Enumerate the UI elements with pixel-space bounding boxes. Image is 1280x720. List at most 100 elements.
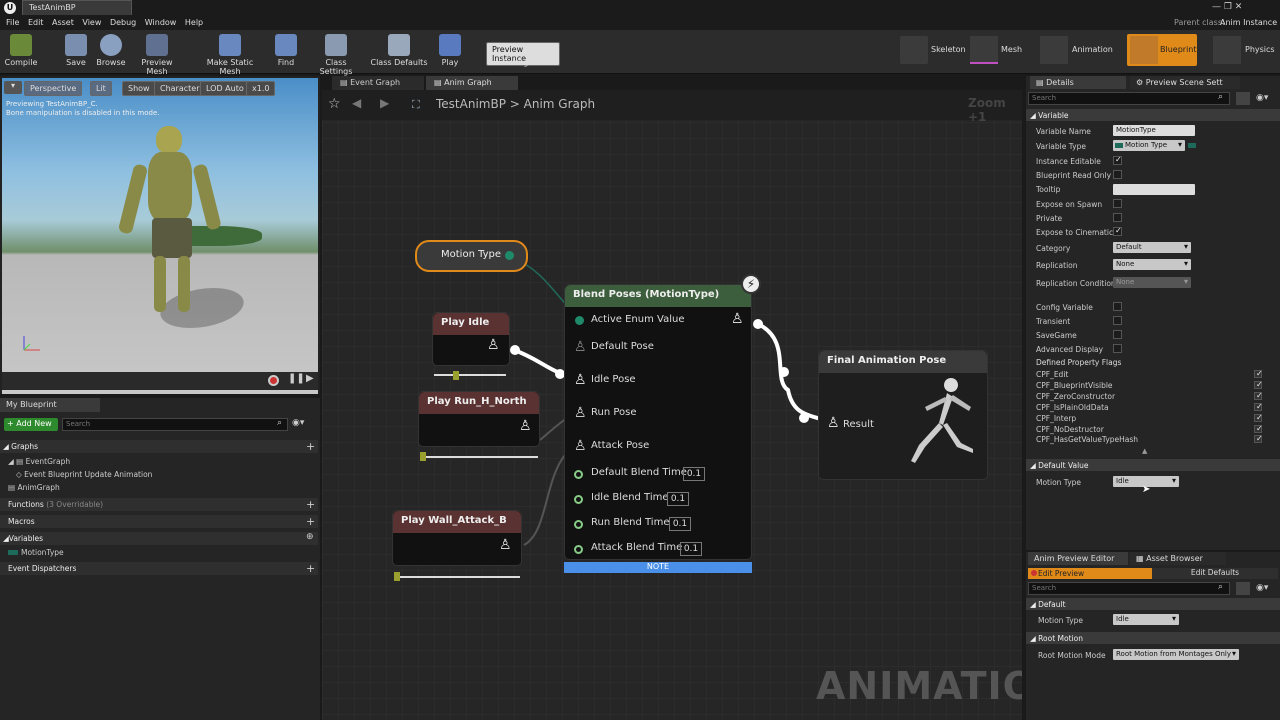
pause-icon[interactable]: ❚❚ — [288, 373, 305, 384]
expose-cine-checkbox[interactable] — [1113, 226, 1122, 236]
replication-dropdown[interactable]: None — [1113, 259, 1191, 270]
eye-icon[interactable]: ◉▾ — [1256, 93, 1268, 103]
bp-read-only-checkbox[interactable] — [1113, 170, 1122, 179]
preview-scene-tab[interactable]: ⚙ Preview Scene Sett — [1130, 76, 1240, 89]
play-forward-icon[interactable]: ▶ — [306, 373, 314, 384]
document-tab[interactable]: TestAnimBP — [22, 0, 132, 15]
rep-cond-dropdown[interactable]: None — [1113, 277, 1191, 288]
menu-help[interactable]: Help — [185, 16, 203, 30]
eye-icon[interactable]: ◉▾ — [1256, 583, 1268, 593]
variable-name-field[interactable]: MotionType — [1113, 125, 1195, 136]
menu-debug[interactable]: Debug — [110, 16, 136, 30]
blend-poses-node[interactable]: Blend Poses (MotionType) Active Enum Val… — [564, 284, 752, 560]
tooltip-field[interactable] — [1113, 184, 1195, 195]
blueprint-search-input[interactable]: Search — [62, 418, 288, 431]
final-animation-pose-node[interactable]: Final Animation Pose ♙ Result — [818, 350, 988, 480]
default-blend-time-input[interactable]: 0.1 — [683, 467, 705, 481]
add-variable-icon[interactable]: ⊕ — [306, 532, 314, 542]
lit-button[interactable]: Lit — [90, 81, 112, 96]
add-function-icon[interactable]: + — [306, 498, 315, 511]
pose-pin-icon[interactable]: ♙ — [499, 537, 512, 553]
my-blueprint-tab[interactable]: My Blueprint — [0, 398, 100, 412]
graph-canvas[interactable]: ☆ ◀ ▶ ⛶ TestAnimBP > Anim Graph Zoom +1 … — [322, 90, 1022, 720]
view-options-icon[interactable] — [1236, 92, 1250, 105]
details-tab[interactable]: ▤ Details — [1030, 76, 1126, 89]
add-new-button[interactable]: + Add New — [4, 418, 58, 431]
pose-pin-icon[interactable]: ♙ — [574, 405, 587, 421]
enum-pin-icon[interactable] — [505, 251, 514, 260]
mode-mesh[interactable]: Mesh — [1001, 45, 1022, 54]
idle-blend-time-input[interactable]: 0.1 — [667, 492, 689, 506]
perspective-button[interactable]: Perspective — [24, 81, 83, 96]
character-button[interactable]: Character — [154, 81, 206, 96]
instance-editable-checkbox[interactable] — [1113, 155, 1122, 165]
attack-weight-handle[interactable] — [394, 572, 400, 581]
class-settings-button[interactable]: Class Settings — [308, 32, 364, 76]
edit-preview-button[interactable]: Edit Preview — [1028, 568, 1152, 579]
browse-button[interactable]: Browse — [94, 32, 128, 67]
preview-search-input[interactable]: Search — [1028, 582, 1230, 595]
variables-header[interactable] — [0, 532, 318, 545]
menu-window[interactable]: Window — [145, 16, 177, 30]
preview-motion-type-dropdown[interactable]: Idle — [1113, 614, 1179, 625]
pose-pin-icon[interactable]: ♙ — [574, 438, 587, 454]
menu-view[interactable]: View — [82, 16, 101, 30]
add-macro-icon[interactable]: + — [306, 515, 315, 528]
mode-skeleton[interactable]: Skeleton — [931, 45, 966, 54]
pose-pin-icon[interactable]: ♙ — [519, 418, 532, 434]
add-dispatcher-icon[interactable]: + — [306, 562, 315, 575]
speed-button[interactable]: x1.0 — [246, 81, 276, 96]
window-controls[interactable]: — ❐ ✕ — [1212, 2, 1242, 12]
asset-browser-tab[interactable]: ▦ Asset Browser — [1130, 552, 1226, 565]
play-button[interactable]: Play — [434, 32, 466, 67]
find-button[interactable]: Find — [272, 32, 300, 67]
container-type-icon[interactable] — [1188, 143, 1196, 148]
float-pin-icon[interactable] — [574, 520, 583, 529]
private-checkbox[interactable] — [1113, 213, 1122, 222]
save-button[interactable]: Save — [62, 32, 90, 67]
eye-icon[interactable]: ◉▾ — [292, 418, 304, 428]
make-static-mesh-button[interactable]: Make Static Mesh — [196, 32, 264, 76]
graph-item-update-animation[interactable]: ◇ Event Blueprint Update Animation — [16, 470, 152, 479]
parent-class-value[interactable]: Anim Instance — [1220, 16, 1277, 30]
root-motion-mode-dropdown[interactable]: Root Motion from Montages Only — [1113, 649, 1239, 660]
mode-physics[interactable]: Physics — [1245, 45, 1275, 54]
pose-pin-icon[interactable]: ♙ — [827, 415, 840, 431]
float-pin-icon[interactable] — [574, 470, 583, 479]
class-defaults-button[interactable]: Class Defaults — [370, 32, 428, 67]
idle-weight-handle[interactable] — [453, 371, 459, 380]
preview-mesh-button[interactable]: Preview Mesh — [130, 32, 184, 76]
mode-animation[interactable]: Animation — [1072, 45, 1113, 54]
menu-edit[interactable]: Edit — [28, 16, 44, 30]
output-pose-pin-icon[interactable]: ♙ — [731, 311, 744, 327]
motion-type-getter-node[interactable]: Motion Type — [415, 240, 528, 272]
graph-item-animgraph[interactable]: ▤ AnimGraph — [8, 483, 60, 492]
variable-item-motiontype[interactable]: MotionType — [8, 548, 64, 557]
play-run-node[interactable]: Play Run_H_North ♙ — [418, 391, 540, 447]
record-icon[interactable] — [268, 375, 279, 386]
pose-pin-icon[interactable]: ♙ — [574, 339, 587, 355]
pose-pin-icon[interactable]: ♙ — [574, 372, 587, 388]
expose-spawn-checkbox[interactable] — [1113, 199, 1122, 208]
note-bar[interactable]: NOTE — [564, 562, 752, 573]
compile-button[interactable]: Compile — [4, 32, 38, 67]
pose-pin-icon[interactable]: ♙ — [487, 337, 500, 353]
float-pin-icon[interactable] — [574, 495, 583, 504]
tab-anim-graph[interactable]: ▤ Anim Graph — [426, 76, 518, 90]
show-button[interactable]: Show — [122, 81, 156, 96]
macros-header[interactable] — [0, 515, 318, 528]
attack-blend-time-input[interactable]: 0.1 — [680, 542, 702, 556]
menu-file[interactable]: File — [6, 16, 19, 30]
viewport-options-button[interactable]: ▾ — [4, 81, 22, 94]
savegame-checkbox[interactable] — [1113, 330, 1122, 339]
transient-checkbox[interactable] — [1113, 316, 1122, 325]
menu-asset[interactable]: Asset — [52, 16, 74, 30]
config-variable-checkbox[interactable] — [1113, 302, 1122, 311]
graphs-header[interactable] — [0, 440, 318, 453]
enum-pin-icon[interactable] — [575, 316, 584, 325]
mode-blueprint[interactable]: Blueprint — [1160, 45, 1197, 54]
anim-preview-tab[interactable]: Anim Preview Editor — [1028, 552, 1128, 565]
adv-display-checkbox[interactable] — [1113, 344, 1122, 353]
lod-auto-button[interactable]: LOD Auto — [200, 81, 250, 96]
tab-event-graph[interactable]: ▤ Event Graph — [332, 76, 424, 90]
